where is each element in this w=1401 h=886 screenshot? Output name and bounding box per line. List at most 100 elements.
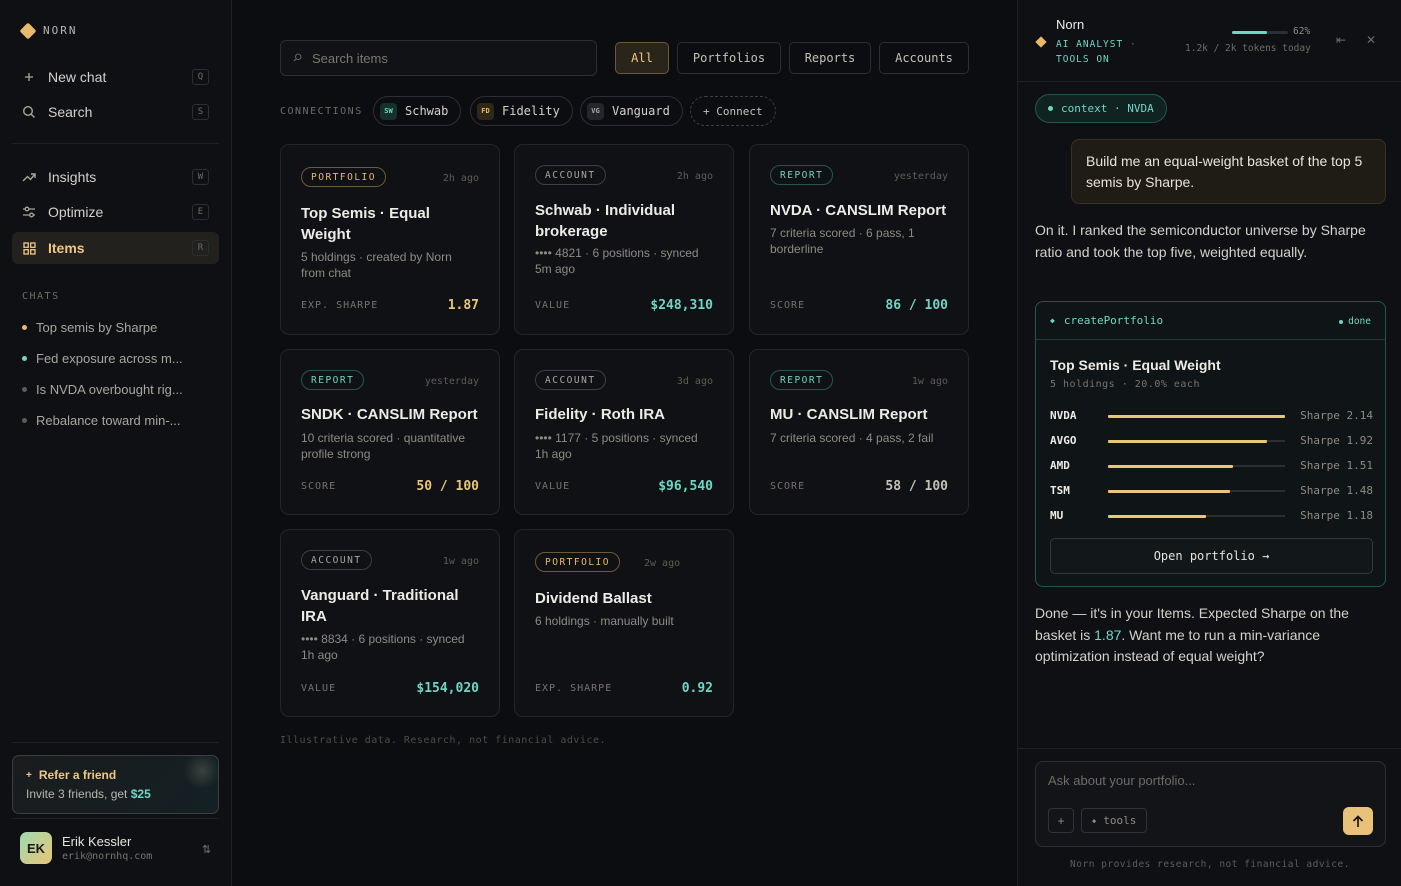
chat-item[interactable]: Top semis by Sharpe bbox=[22, 317, 212, 337]
close-icon[interactable]: ✕ bbox=[1366, 33, 1376, 47]
item-card[interactable]: REPORT 1w ago MU · CANSLIM Report 7 crit… bbox=[749, 349, 969, 515]
holding-sharpe: Sharpe 1.48 bbox=[1300, 484, 1373, 497]
chats-section-label: CHATS bbox=[22, 291, 60, 302]
token-percent: 62% bbox=[1293, 26, 1311, 37]
user-profile[interactable]: EK Erik Kessler erik@nornhq.com bbox=[20, 832, 152, 864]
tools-diamond-icon: ◆ bbox=[1092, 816, 1097, 825]
nav-items[interactable]: Items R bbox=[12, 232, 219, 264]
disclaimer: Illustrative data. Research, not financi… bbox=[280, 735, 607, 746]
shortcut-key: W bbox=[192, 169, 209, 185]
refer-card[interactable]: + Refer a friend Invite 3 friends, get $… bbox=[12, 755, 219, 814]
item-card[interactable]: REPORT yesterday NVDA · CANSLIM Report 7… bbox=[749, 144, 969, 335]
card-subtitle: •••• 4821 · 6 positions · synced 5m ago bbox=[535, 246, 699, 276]
chat-label: Is NVDA overbought rig... bbox=[36, 381, 183, 397]
send-button[interactable] bbox=[1343, 807, 1373, 835]
holding-sharpe: Sharpe 1.92 bbox=[1300, 434, 1373, 447]
type-tag: PORTFOLIO bbox=[301, 167, 386, 187]
tool-result-card: ◆ createPortfolio done Top Semis · Equal… bbox=[1035, 301, 1386, 587]
holding-row: AMD Sharpe 1.51 bbox=[1050, 458, 1373, 474]
sharpe-bar-track bbox=[1108, 414, 1285, 418]
type-tag: ACCOUNT bbox=[535, 370, 606, 390]
metric-label: SCORE bbox=[770, 300, 806, 311]
collapse-panel-icon[interactable]: ⇤ bbox=[1336, 33, 1346, 47]
metric-value: 58 / 100 bbox=[885, 479, 948, 494]
context-chip[interactable]: context · NVDA bbox=[1035, 94, 1167, 123]
connect-button[interactable]: + Connect bbox=[690, 96, 776, 126]
sharpe-bar-fill bbox=[1108, 414, 1285, 418]
user-info: Erik Kessler erik@nornhq.com bbox=[62, 834, 152, 862]
role-label: AI ANALYST bbox=[1056, 39, 1124, 50]
filter-accounts[interactable]: Accounts bbox=[879, 42, 969, 74]
card-title: Schwab · Individual brokerage bbox=[535, 202, 676, 240]
item-card[interactable]: ACCOUNT 3d ago Fidelity · Roth IRA •••• … bbox=[514, 349, 734, 515]
tool-diamond-icon: ◆ bbox=[1050, 316, 1055, 325]
chat-input[interactable] bbox=[1048, 773, 1368, 795]
item-card[interactable]: ACCOUNT 2h ago Schwab · Individual broke… bbox=[514, 144, 734, 335]
account-switch-icon[interactable]: ⇅ bbox=[202, 843, 211, 856]
search-icon bbox=[22, 105, 36, 119]
token-usage-bar bbox=[1232, 31, 1288, 34]
panel-header: Norn AI ANALYST · TOOLS ON 62% 1.2k / 2k… bbox=[1018, 0, 1401, 82]
metric-value: $154,020 bbox=[416, 681, 479, 696]
nav-label: Search bbox=[48, 104, 93, 120]
arrow-up-icon bbox=[1352, 814, 1364, 827]
nav-label: Optimize bbox=[48, 204, 104, 220]
holding-sharpe: Sharpe 1.51 bbox=[1300, 459, 1373, 472]
metric-value: 0.92 bbox=[681, 681, 713, 696]
nav-search[interactable]: Search S bbox=[12, 96, 219, 128]
timestamp: 3d ago bbox=[676, 376, 713, 387]
sharpe-bar-fill bbox=[1108, 514, 1206, 518]
item-card[interactable]: PORTFOLIO 2h ago Top Semis · Equal Weigh… bbox=[280, 144, 500, 335]
connection-fidelity[interactable]: FD Fidelity bbox=[470, 96, 573, 126]
connection-name: Vanguard bbox=[612, 104, 670, 118]
metric-label: VALUE bbox=[301, 683, 337, 694]
search-box[interactable] bbox=[280, 40, 597, 76]
filter-all[interactable]: All bbox=[615, 42, 669, 74]
filter-portfolios[interactable]: Portfolios bbox=[677, 42, 781, 74]
holding-sharpe: Sharpe 1.18 bbox=[1300, 509, 1373, 522]
brand[interactable]: NORN bbox=[19, 22, 78, 39]
search-input[interactable] bbox=[312, 50, 572, 66]
token-usage-text: 1.2k / 2k tokens today bbox=[1185, 43, 1311, 54]
open-portfolio-button[interactable]: Open portfolio → bbox=[1050, 538, 1373, 574]
holding-row: TSM Sharpe 1.48 bbox=[1050, 483, 1373, 499]
chat-dot bbox=[22, 417, 27, 423]
context-label: context · NVDA bbox=[1061, 102, 1154, 115]
connection-name: Fidelity bbox=[502, 104, 560, 118]
fidelity-badge-icon: FD bbox=[477, 102, 494, 120]
card-subtitle: 7 criteria scored · 6 pass, 1 borderline bbox=[770, 226, 915, 256]
sharpe-highlight: 1.87 bbox=[1094, 626, 1122, 643]
type-tag: REPORT bbox=[301, 370, 365, 390]
tool-name-text: createPortfolio bbox=[1063, 314, 1164, 327]
nav-new-chat[interactable]: New chat Q bbox=[12, 61, 219, 93]
connection-schwab[interactable]: SW Schwab bbox=[373, 96, 462, 126]
chat-item[interactable]: Is NVDA overbought rig... bbox=[22, 379, 212, 399]
metric-label: EXP. SHARPE bbox=[301, 300, 379, 311]
portfolio-title: Top Semis · Equal Weight bbox=[1050, 357, 1221, 373]
tools-button[interactable]: ◆ tools bbox=[1081, 808, 1148, 833]
connection-name: Schwab bbox=[405, 104, 449, 118]
filter-reports[interactable]: Reports bbox=[789, 42, 871, 74]
chat-item[interactable]: Rebalance toward min-... bbox=[22, 410, 212, 430]
card-title: SNDK · CANSLIM Report bbox=[301, 406, 478, 423]
composer-divider bbox=[1018, 748, 1401, 749]
plus-icon bbox=[22, 70, 36, 84]
composer: + ◆ tools bbox=[1035, 761, 1386, 847]
nav-insights[interactable]: Insights W bbox=[12, 161, 219, 193]
timestamp: yesterday bbox=[424, 376, 479, 387]
item-card[interactable]: PORTFOLIO 2w ago Dividend Ballast 6 hold… bbox=[514, 529, 734, 717]
panel-title: Norn bbox=[1056, 17, 1085, 32]
attach-plus-icon[interactable]: + bbox=[1048, 808, 1074, 833]
chat-item[interactable]: Fed exposure across m... bbox=[22, 348, 212, 368]
item-card[interactable]: ACCOUNT 1w ago Vanguard · Traditional IR… bbox=[280, 529, 500, 717]
avatar: EK bbox=[20, 832, 52, 864]
sharpe-bar-track bbox=[1108, 514, 1285, 518]
nav-optimize[interactable]: Optimize E bbox=[12, 196, 219, 228]
connection-vanguard[interactable]: VG Vanguard bbox=[580, 96, 683, 126]
main-content: All Portfolios Reports Accounts CONNECTI… bbox=[232, 0, 1017, 886]
shortcut-key: Q bbox=[192, 69, 209, 85]
item-card[interactable]: REPORT yesterday SNDK · CANSLIM Report 1… bbox=[280, 349, 500, 515]
sharpe-bar-track bbox=[1108, 439, 1285, 443]
assistant-message: Done — it's in your Items. Expected Shar… bbox=[1035, 603, 1385, 668]
metric-label: SCORE bbox=[770, 481, 806, 492]
